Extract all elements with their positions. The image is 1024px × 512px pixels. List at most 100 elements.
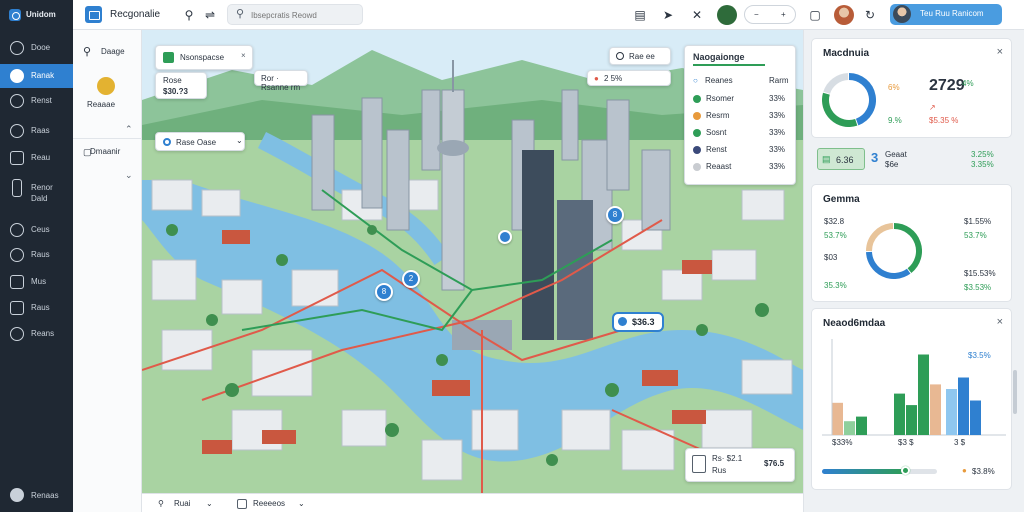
- sidebar-item-raus-2[interactable]: Raus: [0, 296, 73, 320]
- brand-logo-icon: [9, 9, 21, 21]
- app-title: Recgonalie: [110, 9, 161, 20]
- progress-slider[interactable]: [822, 466, 937, 475]
- compass-icon[interactable]: ➤: [660, 7, 676, 23]
- legend-row-label[interactable]: Renst: [706, 145, 727, 154]
- sidebar-item-label: Ranak: [31, 71, 55, 80]
- status-chip-value: 6.36: [836, 155, 854, 165]
- bottom-bar-item[interactable]: Reeeeos: [253, 499, 285, 508]
- filter-dropdown[interactable]: Rase Oase ⌄: [155, 132, 245, 151]
- legend-row-label[interactable]: Rsomer: [706, 94, 734, 103]
- zoom-control: − +: [744, 5, 796, 24]
- breakdown-right-value: $3.53%: [964, 283, 992, 292]
- book-icon[interactable]: ▤: [632, 7, 648, 23]
- status-mid-label: Geaat: [885, 150, 907, 159]
- zoom-out-button[interactable]: −: [754, 10, 759, 19]
- map-pin[interactable]: 2: [402, 270, 420, 288]
- sidebar-item-label: Raus: [31, 303, 50, 312]
- progress-slider-thumb[interactable]: [900, 466, 910, 475]
- sidebar-item-sublabel: Dald: [31, 194, 48, 203]
- location-card-title: Nsonspacse: [180, 53, 225, 62]
- legend-toggle-right[interactable]: Rarm: [769, 76, 789, 85]
- sidebar-profile[interactable]: Renaas: [0, 482, 73, 512]
- price-badge[interactable]: $36.3: [612, 312, 664, 332]
- map-pin[interactable]: 8: [606, 206, 624, 224]
- donut-chart: [866, 223, 922, 279]
- bar-chart-card[interactable]: Neaod6mdaa × $3.5% $33% $3 $ 3 $ ● $3.8%: [811, 308, 1012, 490]
- legend-toggle-left[interactable]: Reanes: [705, 76, 733, 85]
- chevron-up-icon[interactable]: ⌃: [125, 124, 133, 135]
- refresh-icon[interactable]: ↻: [862, 7, 878, 23]
- legend-row-label[interactable]: Sosnt: [706, 128, 726, 137]
- close-icon[interactable]: ×: [241, 51, 246, 60]
- sidebar-item-ceus[interactable]: Ceus: [0, 218, 73, 242]
- bar: [906, 405, 917, 435]
- chart-icon: [10, 151, 24, 165]
- sidebar-item-label: Ceus: [31, 225, 50, 234]
- user-menu-button[interactable]: Teu Ruu Ranicom: [890, 4, 1002, 25]
- breakdown-card[interactable]: Gemma $32.8 53.7% $03 35.3% $1.55% 53.7%…: [811, 184, 1012, 302]
- chevron-down-icon[interactable]: ⌄: [206, 499, 213, 508]
- sidebar-item-label: Mus: [31, 277, 47, 286]
- brand-area[interactable]: Unidom: [0, 0, 73, 30]
- search-bar[interactable]: ⚲: [227, 4, 363, 25]
- sidebar-item-raus[interactable]: Raus: [0, 243, 73, 267]
- route-card[interactable]: Ror · Rsanne rm: [254, 70, 308, 92]
- search-icon[interactable]: ⚲: [158, 499, 164, 508]
- search-icon: ⚲: [83, 46, 92, 58]
- map-pin-small[interactable]: [498, 230, 512, 244]
- zoom-in-button[interactable]: +: [781, 10, 786, 19]
- location-info-card[interactable]: Nsonspacse ×: [155, 45, 253, 70]
- donut-summary-card[interactable]: Macdnuia × 6% 9.% 2729 4% ↗ $5.35 %: [811, 38, 1012, 138]
- bar: [856, 416, 867, 435]
- bar: [958, 377, 969, 435]
- status-strip[interactable]: ▤ 6.36 3 Geaat $6e 3.25% 3.35%: [811, 146, 1012, 174]
- summary-card[interactable]: Rs· $2.1 Rus $76.5: [685, 448, 795, 482]
- user-pill-avatar: [893, 5, 911, 23]
- sidebar-item-mus[interactable]: Mus: [0, 270, 73, 294]
- map-view[interactable]: Nsonspacse × Rose $30.?3 Ror · Rsanne rm…: [142, 30, 803, 493]
- status-avatar[interactable]: [717, 5, 737, 25]
- radio-icon: [163, 138, 171, 146]
- sidebar-item-label: Raus: [31, 250, 50, 259]
- sidebar-item-raas[interactable]: Raas: [0, 119, 73, 143]
- search-icon[interactable]: ⚲: [181, 7, 197, 23]
- clock-icon: [10, 94, 24, 108]
- document-icon[interactable]: [237, 499, 247, 509]
- legend-swatch: [693, 163, 701, 171]
- legend-card[interactable]: Naogaionge ○ Reanes Rarm Rsomer 33% Resrm 3…: [684, 45, 796, 185]
- close-icon[interactable]: ×: [997, 316, 1003, 328]
- sidebar-item-dooe[interactable]: Dooe: [0, 36, 73, 60]
- summary-card-line1: Rs· $2.1: [712, 454, 743, 463]
- bottom-bar-item[interactable]: Ruai: [174, 499, 190, 508]
- legend-swatch: [693, 129, 701, 137]
- search-input[interactable]: [251, 9, 359, 21]
- chevron-down-icon[interactable]: ⌄: [125, 170, 133, 181]
- chevron-down-icon[interactable]: ⌄: [298, 499, 305, 508]
- sidebar-item-reau[interactable]: Reau: [0, 146, 73, 170]
- legend-row-label[interactable]: Resrm: [706, 111, 730, 120]
- legend-title: Naogaionge: [693, 52, 745, 62]
- scrollbar-thumb[interactable]: [1013, 370, 1017, 414]
- stats-card[interactable]: ● 2 5%: [587, 70, 671, 86]
- close-icon[interactable]: ×: [997, 46, 1003, 58]
- status-chip[interactable]: ▤ 6.36: [817, 148, 865, 170]
- lightbulb-icon[interactable]: [97, 77, 115, 95]
- sidebar-item-renor[interactable]: Renor Dald: [0, 176, 73, 210]
- document-icon: [692, 455, 706, 473]
- user-avatar[interactable]: [834, 5, 854, 25]
- sidebar-item-renst[interactable]: Renst: [0, 89, 73, 113]
- folder-icon: [10, 275, 24, 289]
- profile-icon: [10, 488, 24, 502]
- settings-sliders-icon[interactable]: ⇌: [202, 7, 218, 23]
- clipboard-icon[interactable]: ▢: [807, 7, 823, 23]
- search-bar-icon: ⚲: [236, 8, 245, 20]
- sidebar-item-label: Dooe: [31, 43, 51, 52]
- legend-row-label[interactable]: Reaast: [706, 162, 731, 171]
- location-value-label: Rose: [163, 76, 182, 85]
- map-pin[interactable]: 8: [375, 283, 393, 301]
- sidebar-item-reans[interactable]: Reans: [0, 322, 73, 346]
- bar: [946, 389, 957, 435]
- sidebar-item-ranak[interactable]: Ranak: [0, 64, 73, 88]
- tools-icon[interactable]: ✕: [689, 7, 705, 23]
- status-card[interactable]: Rae ee: [609, 47, 671, 65]
